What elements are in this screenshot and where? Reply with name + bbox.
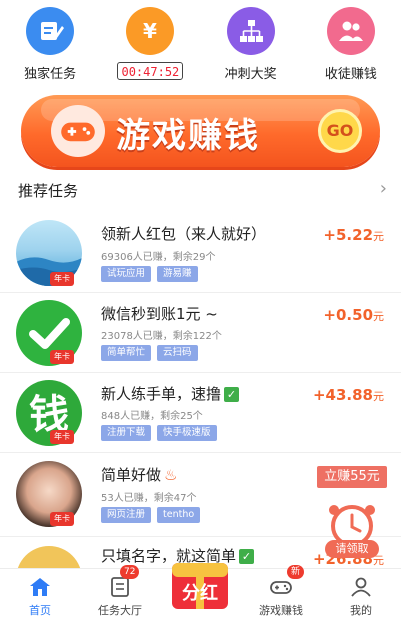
- banner-go-button[interactable]: GO: [318, 109, 362, 153]
- task-tags: 简单帮忙 云扫码: [101, 345, 198, 361]
- list-icon: [111, 577, 129, 597]
- task-title: 领新人红包（来人就好）: [101, 225, 267, 243]
- task-tag: 快手极速版: [157, 425, 217, 441]
- tab-home[interactable]: 首页: [0, 569, 80, 621]
- top-nav-countdown[interactable]: ¥ 00:47:52: [100, 0, 200, 90]
- task-title: 微信秒到账1元 ~: [101, 305, 218, 323]
- tab-label: 我的: [350, 604, 372, 617]
- top-nav: 独家任务 ¥ 00:47:52 冲刺大奖 收徒赚钱: [0, 0, 401, 90]
- tab-task-hall[interactable]: 72 任务大厅: [80, 565, 160, 621]
- task-reward: +43.88元: [312, 386, 384, 404]
- yen-icon: ¥: [126, 7, 175, 55]
- task-tag: 网页注册: [101, 507, 152, 523]
- task-title: 新人练手单，速撸 ✓: [101, 383, 240, 404]
- dividend-center-button[interactable]: 分红: [168, 557, 232, 615]
- task-meta: 23078人已赚，剩余122个: [101, 331, 222, 342]
- fire-icon: ♨: [164, 466, 178, 484]
- tab-badge: 新: [287, 565, 305, 579]
- year-card-badge: 年卡: [50, 430, 74, 444]
- people-icon: [326, 7, 375, 55]
- task-tag: 简单帮忙: [101, 345, 152, 361]
- section-title: 推荐任务: [18, 182, 79, 200]
- countdown-timer: 00:47:52: [117, 62, 184, 80]
- year-card-badge: 年卡: [50, 272, 74, 286]
- task-thumbnail: [16, 546, 82, 570]
- task-tags: 网页注册 tentho: [101, 507, 201, 523]
- top-nav-label: 冲刺大奖: [224, 67, 277, 82]
- task-row[interactable]: 年卡 领新人红包（来人就好） 69306人已赚，剩余29个 试玩应用 游易赚 +…: [0, 210, 401, 293]
- game-earn-banner[interactable]: 游戏赚钱 GO: [21, 95, 380, 167]
- task-title: 简单好做 ♨: [101, 466, 178, 484]
- network-icon: [226, 7, 275, 55]
- task-tag: tentho: [157, 507, 201, 523]
- task-tag: 云扫码: [157, 345, 198, 361]
- task-reward: +0.50元: [323, 306, 384, 324]
- chevron-right-icon[interactable]: ›: [380, 178, 387, 199]
- task-meta: 69306人已赚，剩余29个: [101, 252, 216, 263]
- top-nav-sprint-prize[interactable]: 冲刺大奖: [201, 0, 301, 90]
- gamepad-icon: [51, 105, 105, 157]
- year-card-badge: 年卡: [50, 350, 74, 364]
- tab-game-earn[interactable]: 新 游戏赚钱: [241, 565, 321, 621]
- task-tags: 试玩应用 游易赚: [101, 266, 198, 282]
- task-row[interactable]: 年卡 微信秒到账1元 ~ 23078人已赚，剩余122个 简单帮忙 云扫码 +0…: [0, 292, 401, 373]
- top-nav-label: 独家任务: [24, 67, 77, 82]
- tab-mine[interactable]: 我的: [321, 569, 401, 621]
- banner-title: 游戏赚钱: [116, 116, 260, 156]
- task-tag: 试玩应用: [101, 266, 152, 282]
- earn-now-button[interactable]: 立赚55元: [317, 466, 387, 488]
- dividend-label: 分红: [182, 583, 218, 604]
- claim-floating-button[interactable]: 请领取: [321, 502, 383, 560]
- top-nav-label: 收徒赚钱: [324, 67, 377, 82]
- top-nav-recruit[interactable]: 收徒赚钱: [301, 0, 401, 90]
- task-meta: 848人已赚，剩余25个: [101, 411, 203, 422]
- task-meta: 53人已赚，剩余47个: [101, 493, 197, 504]
- home-icon: [30, 578, 50, 596]
- tab-label: 游戏赚钱: [259, 604, 303, 617]
- checkmark-icon: ✓: [224, 387, 240, 402]
- task-tags: 注册下载 快手极速版: [101, 425, 217, 441]
- user-icon: [351, 577, 371, 597]
- tab-badge: 72: [120, 565, 140, 579]
- top-nav-exclusive-tasks[interactable]: 独家任务: [0, 0, 100, 90]
- edit-icon: [26, 7, 75, 55]
- task-tag: 游易赚: [157, 266, 198, 282]
- task-reward: +5.22元: [323, 226, 384, 244]
- tab-label: 首页: [29, 604, 51, 617]
- gamepad-icon: [270, 581, 292, 594]
- year-card-badge: 年卡: [50, 512, 74, 526]
- claim-label: 请领取: [325, 540, 379, 558]
- task-row[interactable]: 钱 年卡 新人练手单，速撸 ✓ 848人已赚，剩余25个 注册下载 快手极速版 +…: [0, 372, 401, 453]
- tab-label: 任务大厅: [98, 604, 142, 617]
- svg-text:¥: ¥: [143, 19, 157, 43]
- task-tag: 注册下载: [101, 425, 152, 441]
- checkmark-icon: ✓: [239, 549, 255, 564]
